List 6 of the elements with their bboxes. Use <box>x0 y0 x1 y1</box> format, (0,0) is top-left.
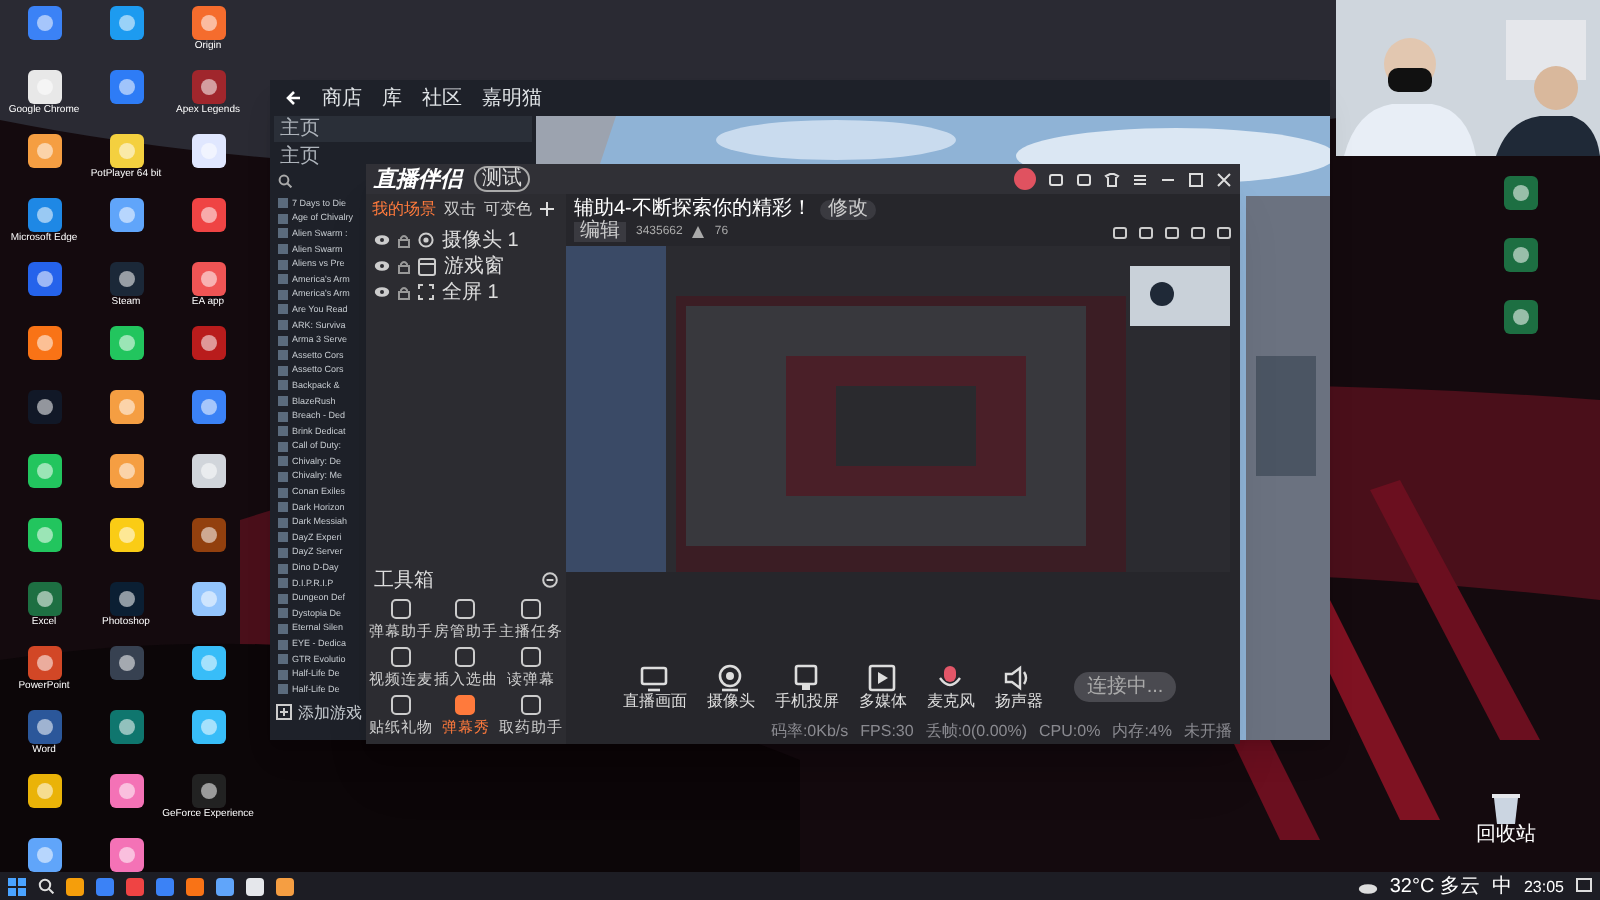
clock[interactable]: 23:05 <box>1523 877 1564 895</box>
notification-icon[interactable] <box>1576 878 1592 894</box>
windows-icon[interactable] <box>8 877 26 895</box>
weather-text: 32°C 多云 <box>1389 875 1480 897</box>
input-method[interactable]: 中 <box>1491 875 1512 897</box>
weather-icon <box>1357 879 1378 893</box>
